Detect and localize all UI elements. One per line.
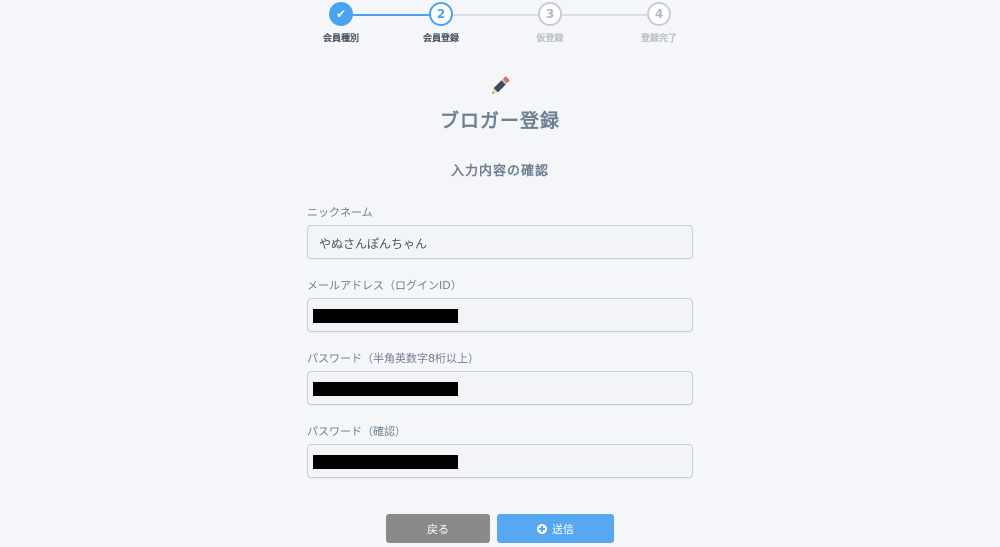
send-button[interactable]: 送信 (497, 514, 614, 543)
redacted-value (313, 455, 458, 469)
send-button-label: 送信 (552, 522, 574, 536)
password-confirm-field: パスワード（確認） (307, 423, 693, 478)
step-1-check-icon: ✔ (329, 2, 353, 26)
email-input[interactable] (307, 298, 693, 332)
step-1-label: 会員種別 (322, 34, 359, 44)
email-label: メールアドレス（ログインID） (307, 279, 462, 292)
back-button[interactable]: 戻る (386, 514, 490, 543)
plus-circle-icon (537, 523, 547, 534)
page-title: ブロガー登録 (439, 110, 560, 132)
step-1: ✔ 会員種別 (301, 2, 381, 44)
step-3-label: 仮登録 (536, 34, 564, 44)
step-2-number: 2 (429, 2, 453, 26)
nickname-label: ニックネーム (307, 206, 373, 219)
password-field: パスワード（半角英数字8桁以上） (307, 350, 693, 405)
step-4-number: 4 (647, 2, 671, 26)
redacted-value (313, 309, 458, 323)
registration-confirm-page: ✔ 会員種別 2 会員登録 3 仮登録 4 登録完了 ブロガー登録 入力内容の確… (0, 0, 1000, 547)
nickname-field: ニックネーム やぬさんぽんちゃん (307, 204, 693, 259)
password-confirm-input[interactable] (307, 444, 693, 478)
back-button-label: 戻る (427, 522, 449, 536)
redacted-value (313, 382, 458, 396)
page-subtitle: 入力内容の確認 (450, 164, 549, 179)
step-3: 3 仮登録 (510, 2, 590, 44)
nickname-value: やぬさんぽんちゃん (319, 237, 428, 251)
password-confirm-label: パスワード（確認） (307, 425, 406, 438)
pencil-icon (492, 76, 510, 94)
nickname-input[interactable]: やぬさんぽんちゃん (307, 225, 693, 259)
step-4: 4 登録完了 (619, 2, 699, 44)
confirm-form: ニックネーム やぬさんぽんちゃん メールアドレス（ログインID） パスワード（半… (307, 204, 693, 496)
progress-stepper: ✔ 会員種別 2 会員登録 3 仮登録 4 登録完了 (0, 2, 1000, 44)
password-label: パスワード（半角英数字8桁以上） (307, 352, 479, 365)
email-field: メールアドレス（ログインID） (307, 277, 693, 332)
password-input[interactable] (307, 371, 693, 405)
step-4-label: 登録完了 (640, 34, 677, 44)
step-3-number: 3 (538, 2, 562, 26)
step-2-label: 会員登録 (422, 34, 459, 44)
step-2: 2 会員登録 (401, 2, 481, 44)
